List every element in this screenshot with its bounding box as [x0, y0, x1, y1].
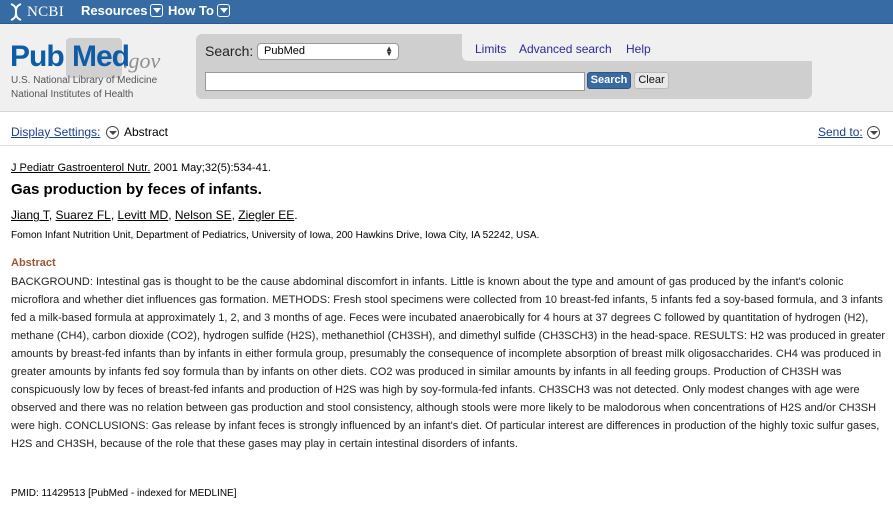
logo-med-text: Med — [72, 40, 130, 73]
pubmed-logo[interactable]: Pub Med .gov — [10, 38, 185, 78]
search-input[interactable] — [205, 72, 585, 91]
resources-menu[interactable]: Resources — [81, 3, 164, 18]
abstract-text: BACKGROUND: Intestinal gas is thought to… — [11, 276, 886, 450]
author-link[interactable]: Nelson SE — [175, 208, 232, 222]
advanced-search-link[interactable]: Advanced search — [519, 42, 612, 56]
database-select[interactable]: PubMed ▲ ▼ — [257, 43, 399, 60]
author-link[interactable]: Ziegler EE — [238, 208, 294, 222]
clear-button[interactable]: Clear — [634, 72, 669, 89]
logo-gov-text: .gov — [123, 48, 161, 73]
citation: J Pediatr Gastroenterol Nutr. 2001 May;3… — [11, 162, 271, 174]
howto-menu-label: How To — [168, 3, 214, 18]
howto-menu[interactable]: How To — [168, 3, 230, 18]
chevron-down-icon — [150, 4, 164, 17]
journal-link[interactable]: J Pediatr Gastroenterol Nutr. — [11, 162, 150, 174]
ncbi-logo[interactable]: NCBI — [8, 2, 64, 22]
ncbi-logo-text: NCBI — [27, 3, 65, 20]
author-separator: , — [110, 208, 118, 222]
chevron-down-icon — [216, 4, 230, 17]
nih-line: National Institutes of Health — [11, 89, 134, 100]
affiliation: Fomon Infant Nutrition Unit, Department … — [11, 230, 540, 241]
logo-med-block: Med — [66, 38, 130, 78]
abstract-heading: Abstract — [11, 257, 56, 269]
send-to-link[interactable]: Send to: — [818, 125, 863, 139]
logo-pub-text: Pub — [10, 40, 65, 73]
search-label: Search: — [205, 43, 254, 59]
search-button[interactable]: Search — [587, 72, 631, 89]
display-mode-label: Abstract — [124, 125, 169, 139]
chevron-down-icon[interactable] — [867, 126, 880, 139]
author-link[interactable]: Jiang T — [11, 208, 49, 222]
help-link[interactable]: Help — [626, 42, 651, 56]
display-settings-link[interactable]: Display Settings: — [11, 125, 100, 139]
select-arrows-icon: ▲ ▼ — [385, 44, 393, 58]
author-list: Jiang T, Suarez FL, Levitt MD, Nelson SE… — [11, 208, 298, 222]
nlm-line: U.S. National Library of Medicine — [11, 75, 158, 86]
author-separator: , — [168, 208, 175, 222]
ncbi-helix-icon — [10, 3, 22, 21]
chevron-down-icon[interactable] — [106, 126, 119, 139]
article-title: Gas production by feces of infants. — [11, 181, 262, 198]
limits-link[interactable]: Limits — [475, 42, 506, 56]
author-link[interactable]: Levitt MD — [118, 208, 169, 222]
pubmed-header: Pub Med .gov U.S. National Library of Me… — [0, 24, 893, 112]
database-selected-value: PubMed — [264, 45, 305, 57]
citation-details: 2001 May;32(5):534-41. — [150, 162, 271, 174]
ncbi-topbar: NCBI Resources How To — [0, 0, 893, 24]
pmid-line: PMID: 11429513 [PubMed - indexed for MED… — [11, 488, 237, 499]
authors-end: . — [294, 208, 298, 222]
author-link[interactable]: Suarez FL — [55, 208, 110, 222]
display-bar: Display Settings: Abstract Send to: — [0, 112, 893, 146]
resources-menu-label: Resources — [81, 3, 148, 18]
